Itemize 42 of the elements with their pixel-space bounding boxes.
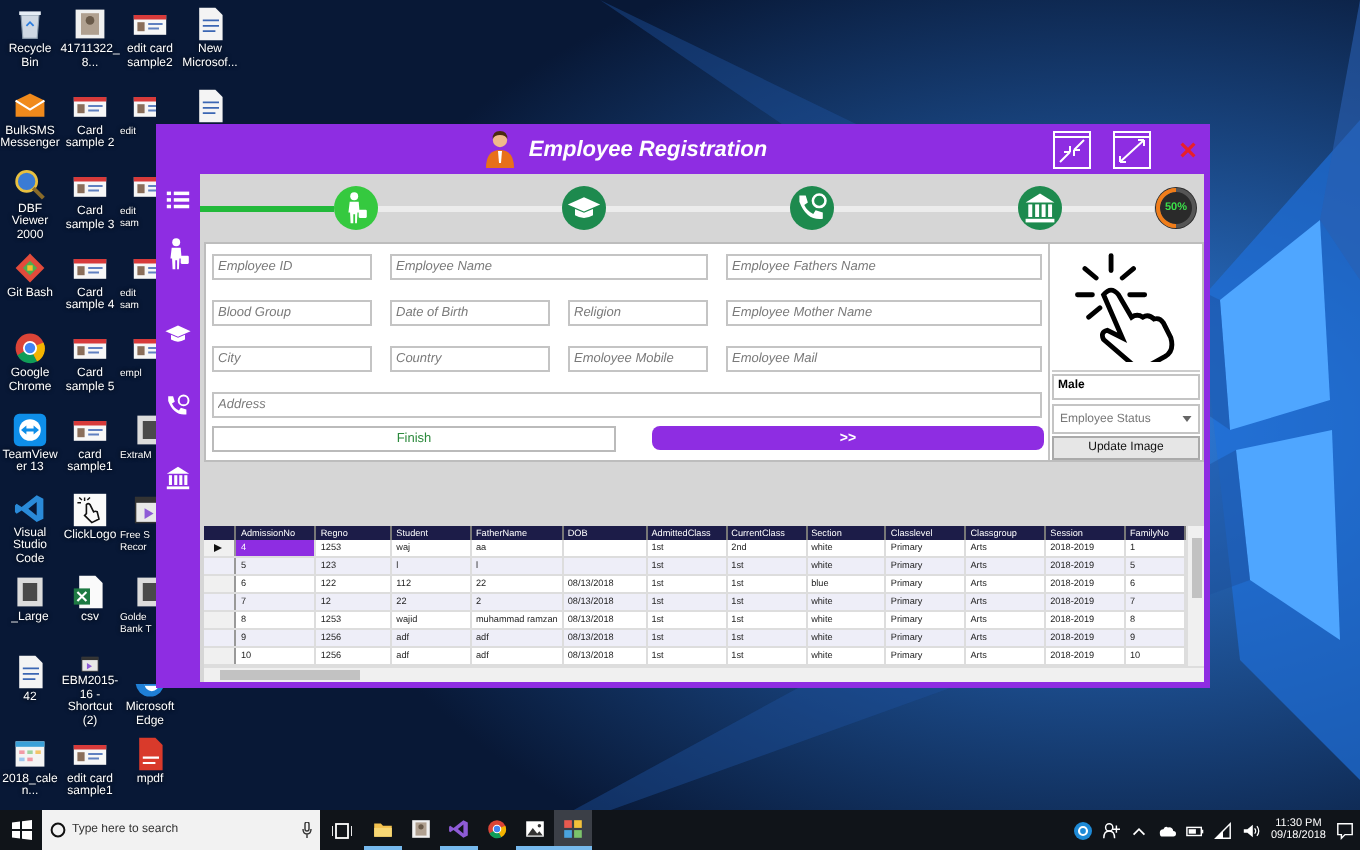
step-graduation-cap-icon[interactable]	[562, 186, 606, 230]
color-wheel-icon[interactable]	[12, 330, 48, 366]
step-bank-icon[interactable]	[1018, 186, 1062, 230]
tiles-icon	[562, 817, 584, 839]
window-icon[interactable]	[132, 492, 156, 528]
caret-icon	[1182, 416, 1192, 423]
landscape-icon	[524, 817, 546, 839]
graduation-cap-icon[interactable]	[164, 320, 192, 348]
bank-icon[interactable]	[164, 464, 192, 492]
list-icon[interactable]	[164, 186, 192, 214]
diamond-icon[interactable]	[12, 249, 48, 285]
ribbon-icon	[448, 817, 470, 839]
start-icon[interactable]	[12, 820, 32, 840]
notification-icon[interactable]	[1336, 821, 1354, 839]
current-row-icon	[214, 544, 222, 552]
search-icon	[50, 822, 66, 838]
help-icon[interactable]	[1074, 821, 1093, 839]
color-wheel-icon	[486, 817, 508, 839]
photo-thumbnail-icon	[410, 817, 432, 839]
task-view-icon[interactable]	[332, 821, 352, 839]
vertical-scrollbar[interactable]	[1186, 526, 1204, 666]
row-header[interactable]	[204, 540, 236, 557]
speaker-icon[interactable]	[1242, 821, 1261, 839]
spreadsheet-icon[interactable]	[72, 573, 108, 609]
step-phone-icon[interactable]	[790, 186, 834, 230]
horizontal-scrollbar[interactable]	[204, 666, 1204, 682]
window-title: Employee Registration	[528, 137, 768, 161]
film-strip-icon[interactable]	[12, 573, 48, 609]
expand-icon[interactable]	[1112, 129, 1152, 169]
person-icon[interactable]	[1102, 821, 1121, 839]
compress-icon[interactable]	[1052, 129, 1092, 169]
magnifier-icon[interactable]	[12, 168, 48, 202]
taskbar-app-button[interactable]	[554, 810, 592, 850]
phone-icon[interactable]	[164, 392, 192, 420]
film-strip-icon[interactable]	[132, 573, 156, 609]
cloud-icon[interactable]	[1158, 821, 1177, 839]
signal-icon[interactable]	[1214, 821, 1233, 839]
header-corner	[204, 526, 236, 540]
microphone-icon[interactable]	[302, 822, 312, 838]
ribbon-icon[interactable]	[12, 492, 48, 526]
battery-icon[interactable]	[1186, 821, 1205, 839]
film-strip-icon[interactable]	[132, 411, 156, 447]
